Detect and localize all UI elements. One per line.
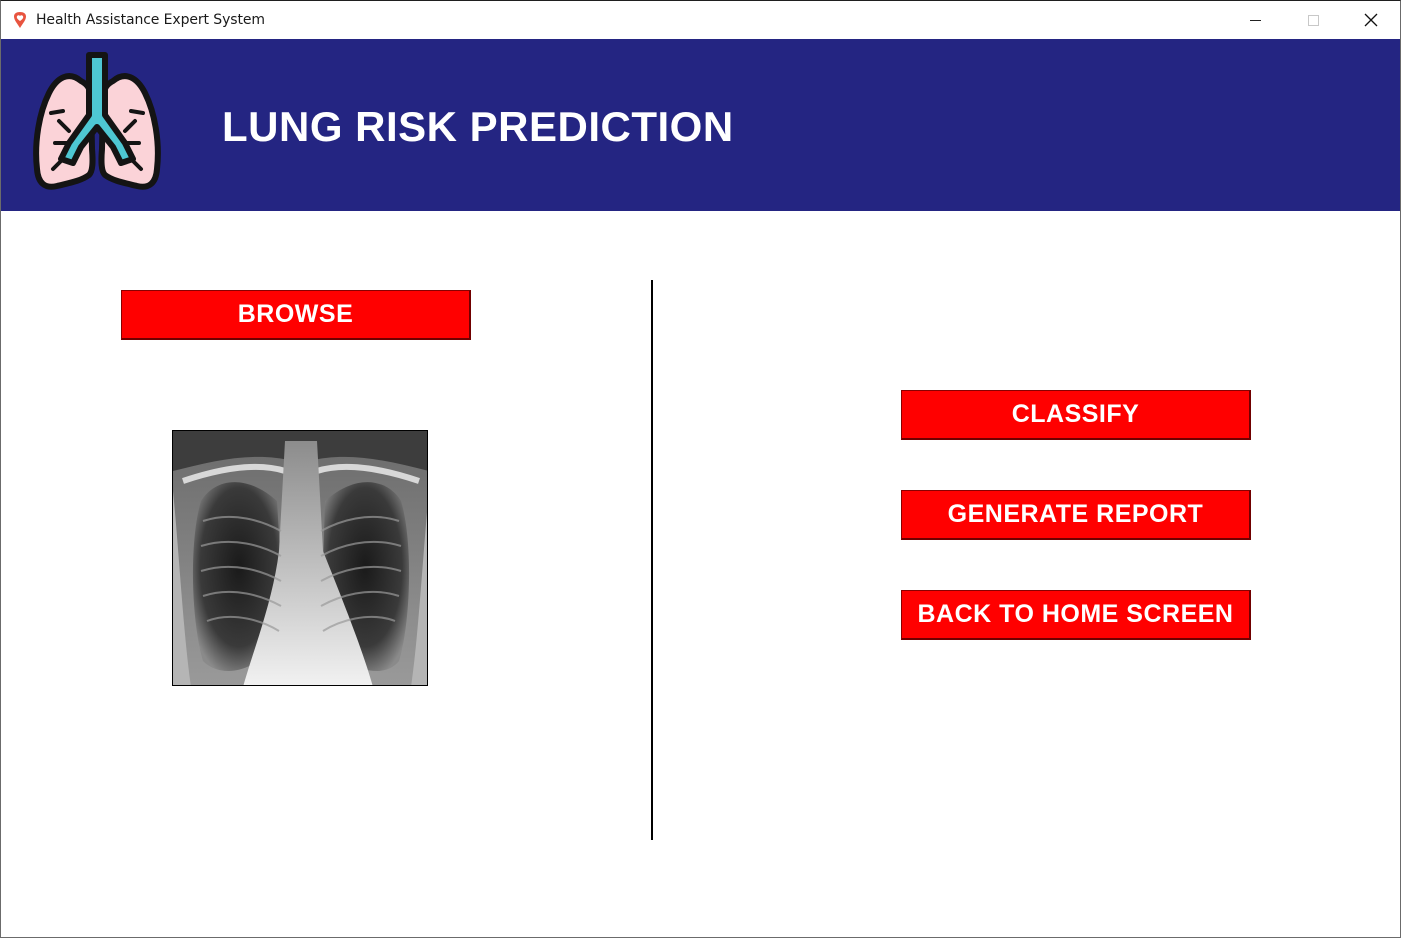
generate-report-button[interactable]: GENERATE REPORT — [901, 490, 1251, 540]
browse-button[interactable]: BROWSE — [121, 290, 471, 340]
heart-location-icon — [14, 12, 26, 28]
maximize-icon — [1307, 14, 1319, 26]
title-bar[interactable]: Health Assistance Expert System — [1, 1, 1400, 39]
classify-button[interactable]: CLASSIFY — [901, 390, 1251, 440]
minimize-button[interactable] — [1226, 1, 1284, 39]
back-to-home-button[interactable]: BACK TO HOME SCREEN — [901, 590, 1251, 640]
close-button[interactable] — [1342, 1, 1400, 39]
lungs-icon — [33, 52, 161, 190]
panel-divider — [651, 280, 653, 840]
app-window: Health Assistance Expert System LUNG RIS… — [0, 0, 1401, 938]
close-icon — [1364, 13, 1378, 27]
app-header: LUNG RISK PREDICTION — [1, 39, 1400, 211]
xray-graphic — [173, 431, 427, 685]
window-title: Health Assistance Expert System — [36, 12, 265, 28]
page-title: LUNG RISK PREDICTION — [222, 103, 734, 150]
maximize-button[interactable] — [1284, 1, 1342, 39]
chest-xray-image — [172, 430, 428, 686]
minimize-icon — [1249, 19, 1261, 21]
